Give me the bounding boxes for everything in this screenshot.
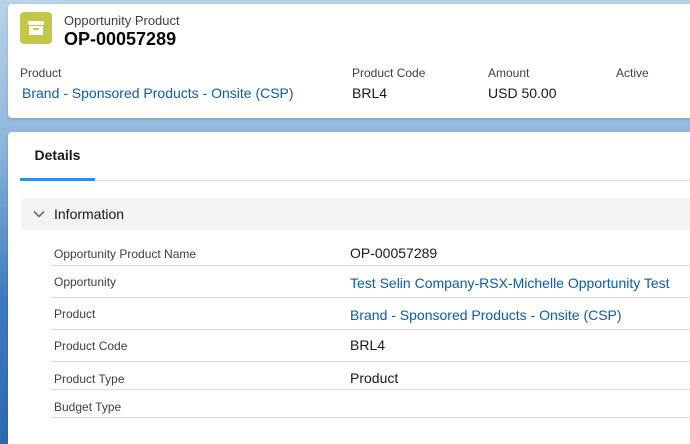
- field-row-opportunity-product-name: Opportunity Product Name OP-00057289: [50, 238, 690, 266]
- highlight-label: Product Code: [352, 66, 426, 80]
- highlight-label: Active: [616, 66, 649, 80]
- field-label: Opportunity: [54, 275, 117, 289]
- tab-bar: Details: [20, 132, 690, 181]
- opportunity-link[interactable]: Test Selin Company-RSX-Michelle Opportun…: [350, 275, 670, 291]
- field-row-budget-type: Budget Type: [50, 390, 690, 418]
- field-label: Budget Type: [54, 400, 122, 414]
- archive-box-icon: [20, 12, 52, 44]
- highlight-field-product: Product Brand - Sponsored Products - Ons…: [20, 66, 294, 101]
- record-header: Opportunity Product OP-00057289 Product …: [8, 4, 690, 118]
- field-row-product-code: Product Code BRL4: [50, 330, 690, 362]
- detail-panel: Details Information Opportunity Product …: [8, 132, 690, 444]
- chevron-down-icon: [31, 206, 47, 222]
- field-value: Product: [350, 370, 399, 386]
- section-title: Information: [54, 206, 125, 222]
- field-label: Opportunity Product Name: [54, 247, 197, 261]
- field-label: Product: [54, 307, 96, 321]
- highlight-value: BRL4: [352, 85, 388, 101]
- highlight-field-product-code: Product Code BRL4: [352, 66, 425, 101]
- product-link[interactable]: Brand - Sponsored Products - Onsite (CSP…: [22, 85, 294, 101]
- highlight-value: USD 50.00: [488, 85, 557, 101]
- record-title: OP-00057289: [64, 29, 177, 49]
- field-row-opportunity: Opportunity Test Selin Company-RSX-Miche…: [50, 266, 690, 298]
- object-type-label: Opportunity Product: [64, 13, 180, 28]
- information-section-header[interactable]: Information: [21, 198, 690, 230]
- highlight-field-amount: Amount USD 50.00: [488, 66, 556, 101]
- highlight-label: Product: [20, 66, 62, 80]
- tab-details[interactable]: Details: [20, 132, 95, 181]
- field-label: Product Type: [54, 372, 125, 386]
- field-label: Product Code: [54, 339, 128, 353]
- highlight-label: Amount: [488, 66, 530, 80]
- field-value: OP-00057289: [350, 245, 438, 261]
- product-link[interactable]: Brand - Sponsored Products - Onsite (CSP…: [350, 307, 622, 323]
- field-row-product-type: Product Type Product: [50, 362, 690, 390]
- highlight-field-active: Active: [616, 66, 649, 85]
- field-row-product: Product Brand - Sponsored Products - Ons…: [50, 298, 690, 330]
- field-value: BRL4: [350, 337, 386, 353]
